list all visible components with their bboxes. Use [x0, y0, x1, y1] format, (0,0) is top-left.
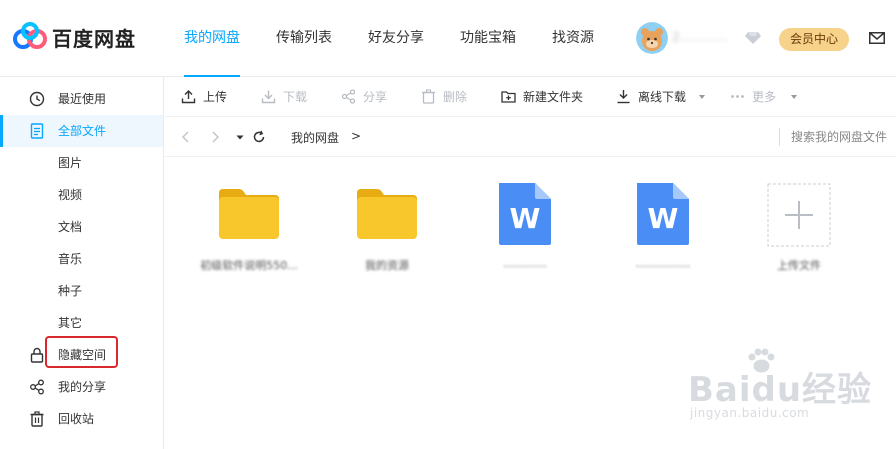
refresh-icon[interactable] [252, 130, 266, 144]
sidebar-item-all-files[interactable]: 全部文件 [0, 115, 163, 147]
file-name: 初级软件说明550... [200, 259, 298, 272]
upload-file-tile[interactable]: 上传文件 [737, 183, 857, 283]
breadcrumb-bar: 我的网盘 > [165, 117, 896, 157]
new-folder-label: 新建文件夹 [523, 90, 584, 104]
file-item-folder[interactable]: 初级软件说明550... [187, 183, 307, 283]
sidebar-item-label: 最近使用 [58, 92, 107, 106]
back-arrow-icon[interactable] [179, 130, 193, 144]
word-document-icon: W [637, 183, 689, 245]
new-folder-icon [501, 91, 516, 103]
sidebar-item-label: 音乐 [58, 252, 83, 266]
username[interactable]: 2………… [672, 30, 742, 46]
annotation-highlight-box [45, 336, 118, 368]
more-label: 更多 [752, 90, 777, 104]
offline-download-button[interactable]: 离线下载 [616, 88, 711, 106]
main-nav: 我的网盘 传输列表 好友分享 功能宝箱 找资源 [166, 0, 612, 77]
upload-button[interactable]: 上传 [181, 88, 241, 106]
watermark-brand: Baidu经验 [688, 370, 873, 410]
sidebar-item-recycle-bin[interactable]: 回收站 [0, 403, 163, 435]
share-icon [341, 89, 356, 104]
file-name: 我的资源 [365, 259, 409, 272]
offline-download-label: 离线下载 [638, 90, 687, 104]
sidebar-item-label: 文档 [58, 220, 83, 234]
sidebar-item-recent[interactable]: 最近使用 [0, 83, 163, 115]
download-icon [261, 90, 276, 104]
trash-icon [30, 411, 44, 427]
nav-find-resources[interactable]: 找资源 [534, 0, 612, 77]
sidebar: 最近使用 全部文件 图片 视频 文档 音乐 种子 其它 隐藏空间 我的分享 回收… [0, 77, 164, 449]
sidebar-item-label: 其它 [58, 316, 83, 330]
nav-toolbox[interactable]: 功能宝箱 [442, 0, 534, 77]
watermark-url: jingyan.baidu.com [690, 406, 810, 420]
nav-my-netdisk[interactable]: 我的网盘 [166, 0, 258, 77]
file-item-word-document[interactable]: W …………… [601, 183, 721, 283]
breadcrumb-current[interactable]: 我的网盘 [291, 129, 339, 146]
download-button[interactable]: 下载 [261, 88, 321, 106]
breadcrumb-separator: > [351, 129, 362, 143]
svg-text:W: W [648, 202, 679, 235]
sidebar-item-torrents[interactable]: 种子 [0, 275, 163, 307]
baidu-jingyan-watermark: Baidu经验 jingyan.baidu.com [688, 348, 888, 428]
offline-download-icon [617, 90, 630, 104]
svg-text:W: W [510, 202, 541, 235]
file-name: …………… [635, 257, 691, 270]
share-button[interactable]: 分享 [341, 88, 401, 106]
share-label: 分享 [363, 90, 388, 104]
file-item-folder[interactable]: 我的资源 [325, 183, 445, 283]
download-label: 下载 [283, 90, 308, 104]
mail-icon[interactable] [869, 32, 885, 44]
file-name: ………… [503, 257, 547, 270]
file-item-word-document[interactable]: W ………… [463, 183, 583, 283]
top-header: 百度网盘 我的网盘 传输列表 好友分享 功能宝箱 找资源 2………… 会员中心 [0, 0, 896, 77]
nav-friend-share[interactable]: 好友分享 [350, 0, 442, 77]
share-icon [30, 379, 44, 395]
lock-icon [30, 347, 44, 363]
sidebar-item-label: 全部文件 [58, 124, 107, 138]
history-dropdown-icon[interactable] [233, 130, 247, 144]
sidebar-item-my-shares[interactable]: 我的分享 [0, 371, 163, 403]
sidebar-item-label: 图片 [58, 156, 83, 170]
user-avatar[interactable] [636, 22, 668, 54]
more-dots-icon [731, 95, 744, 98]
document-icon [30, 123, 44, 139]
nav-transfer-list[interactable]: 传输列表 [258, 0, 350, 77]
delete-label: 删除 [443, 90, 468, 104]
sidebar-item-images[interactable]: 图片 [0, 147, 163, 179]
more-button[interactable]: 更多 [730, 88, 805, 106]
upload-label: 上传 [203, 90, 228, 104]
sidebar-item-other[interactable]: 其它 [0, 307, 163, 339]
trash-icon [422, 89, 435, 104]
baidu-netdisk-logo-icon[interactable] [13, 22, 47, 50]
search-divider [779, 128, 780, 146]
sidebar-item-documents[interactable]: 文档 [0, 211, 163, 243]
diamond-icon [745, 32, 761, 44]
clock-icon [29, 91, 45, 107]
sidebar-item-label: 视频 [58, 188, 83, 202]
search-input[interactable] [791, 127, 896, 147]
sidebar-item-label: 回收站 [58, 412, 95, 426]
folder-icon [219, 189, 279, 239]
folder-icon [357, 189, 417, 239]
sidebar-item-label: 我的分享 [58, 380, 107, 394]
sidebar-item-videos[interactable]: 视频 [0, 179, 163, 211]
chevron-down-icon [699, 95, 705, 99]
delete-button[interactable]: 删除 [421, 88, 481, 106]
new-folder-button[interactable]: 新建文件夹 [501, 88, 596, 106]
word-document-icon: W [499, 183, 551, 245]
chevron-down-icon [791, 95, 797, 99]
action-toolbar: 上传 下载 分享 删除 新建文件夹 离线下载 更多 [165, 77, 896, 117]
brand-title[interactable]: 百度网盘 [52, 23, 136, 52]
file-name: 上传文件 [777, 259, 821, 272]
sidebar-item-music[interactable]: 音乐 [0, 243, 163, 275]
vip-center-button[interactable]: 会员中心 [779, 28, 849, 51]
add-plus-icon [767, 183, 831, 247]
sidebar-item-label: 种子 [58, 284, 83, 298]
forward-arrow-icon[interactable] [208, 130, 222, 144]
upload-icon [181, 90, 196, 104]
